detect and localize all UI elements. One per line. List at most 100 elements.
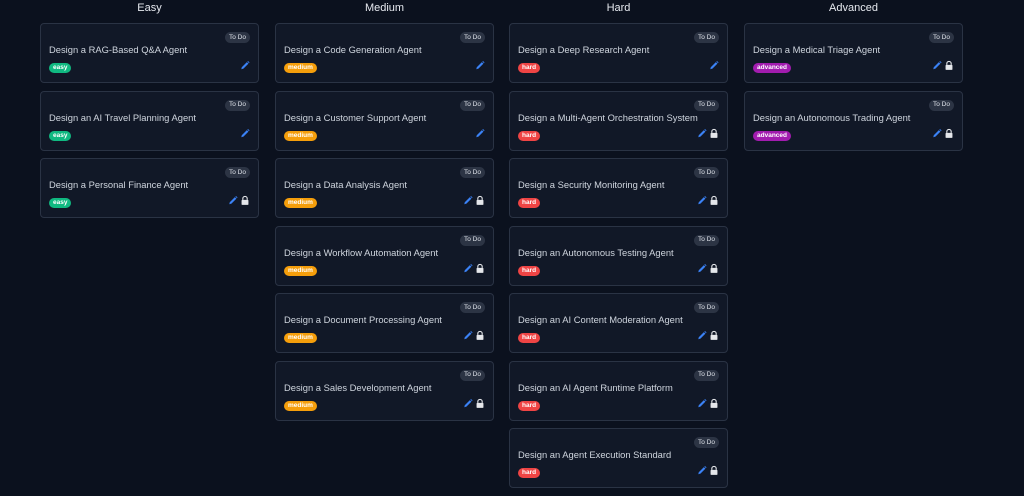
difficulty-badge: medium <box>284 63 317 73</box>
column-title: Medium <box>364 2 405 14</box>
pencil-icon[interactable] <box>709 60 719 71</box>
difficulty-badge: hard <box>518 333 541 343</box>
column-hard: Hard To Do Design a Deep Research Agent har… <box>509 0 728 496</box>
lock-icon <box>240 195 250 206</box>
task-card[interactable]: To Do Design an AI Content Moderation Age… <box>509 293 728 353</box>
pencil-icon[interactable] <box>697 128 707 139</box>
task-card[interactable]: To Do Design an Autonomous Testing Agent h… <box>509 225 728 286</box>
card-title: Design an AI Content Moderation Agent <box>518 314 683 325</box>
task-card[interactable]: To Do Design a Deep Research Agent hard <box>509 23 728 83</box>
lock-icon <box>709 128 719 139</box>
card-actions <box>475 128 485 139</box>
column-title: Hard <box>606 2 631 14</box>
card-title: Design a Code Generation Agent <box>284 44 422 55</box>
lock-icon <box>709 263 719 274</box>
task-card[interactable]: To Do Design a Code Generation Agent mediu… <box>275 23 494 83</box>
card-title: Design a Data Analysis Agent <box>284 179 407 190</box>
task-card[interactable]: To Do Design a RAG-Based Q&A Agent easy <box>40 23 259 83</box>
pencil-icon[interactable] <box>463 263 473 274</box>
pencil-icon[interactable] <box>228 195 238 206</box>
difficulty-badge: easy <box>49 63 72 73</box>
task-card[interactable]: To Do Design an AI Agent Runtime Platform… <box>509 360 728 421</box>
pencil-icon[interactable] <box>463 398 473 409</box>
status-badge: To Do <box>460 302 485 313</box>
difficulty-badge: hard <box>518 130 541 141</box>
pencil-icon[interactable] <box>475 128 485 139</box>
difficulty-badge: medium <box>284 400 317 411</box>
pencil-icon[interactable] <box>475 60 485 71</box>
lock-icon <box>475 263 485 274</box>
pencil-icon[interactable] <box>697 263 707 274</box>
task-card[interactable]: To Do Design an Autonomous Trading Agent a… <box>744 90 963 151</box>
pencil-icon[interactable] <box>932 128 942 139</box>
pencil-icon[interactable] <box>240 60 250 71</box>
card-title: Design a Multi-Agent Orchestration Syste… <box>518 111 698 123</box>
column-easy: Easy To Do Design a RAG-Based Q&A Agent eas… <box>40 0 259 226</box>
card-title: Design an Autonomous Trading Agent <box>753 111 911 123</box>
lock-icon <box>709 330 719 341</box>
status-badge: To Do <box>929 99 954 111</box>
card-actions <box>697 263 719 274</box>
status-badge: To Do <box>694 369 719 381</box>
pencil-icon[interactable] <box>463 330 473 341</box>
card-actions <box>709 60 719 71</box>
pencil-icon[interactable] <box>463 195 473 206</box>
card-title: Design an AI Agent Runtime Platform <box>518 381 673 393</box>
column-title: Advanced <box>829 2 878 14</box>
pencil-icon[interactable] <box>697 398 707 409</box>
difficulty-badge: hard <box>518 400 541 411</box>
lock-icon <box>475 398 485 409</box>
card-actions <box>240 128 250 139</box>
status-badge: To Do <box>460 369 485 381</box>
difficulty-badge: medium <box>284 130 317 141</box>
card-actions <box>697 465 719 476</box>
task-card[interactable]: To Do Design a Security Monitoring Agent h… <box>509 158 728 218</box>
difficulty-badge: hard <box>518 198 541 208</box>
card-title: Design a Document Processing Agent <box>284 314 442 325</box>
status-badge: To Do <box>460 99 485 111</box>
pencil-icon[interactable] <box>697 330 707 341</box>
card-actions <box>697 398 719 409</box>
status-badge: To Do <box>460 234 485 246</box>
task-card[interactable]: To Do Design an Agent Execution Standard h… <box>509 428 728 488</box>
card-actions <box>463 398 485 409</box>
task-card[interactable]: To Do Design a Multi-Agent Orchestration … <box>509 90 728 151</box>
task-card[interactable]: To Do Design a Data Analysis Agent medium <box>275 158 494 218</box>
status-badge: To Do <box>225 167 250 178</box>
card-title: Design an AI Travel Planning Agent <box>49 111 196 123</box>
lock-icon <box>709 465 719 476</box>
card-title: Design a Sales Development Agent <box>284 381 432 393</box>
pencil-icon[interactable] <box>697 465 707 476</box>
task-card[interactable]: To Do Design a Personal Finance Agent easy <box>40 158 259 218</box>
card-title: Design a Deep Research Agent <box>518 44 650 55</box>
difficulty-badge: hard <box>518 468 541 478</box>
status-badge: To Do <box>225 99 250 111</box>
task-card[interactable]: To Do Design an AI Travel Planning Agent e… <box>40 90 259 151</box>
card-title: Design a Customer Support Agent <box>284 111 427 123</box>
card-title: Design an Autonomous Testing Agent <box>518 246 674 258</box>
task-card[interactable]: To Do Design a Document Processing Agent m… <box>275 293 494 353</box>
pencil-icon[interactable] <box>932 60 942 71</box>
card-actions <box>240 60 250 71</box>
difficulty-badge: easy <box>49 198 72 208</box>
status-badge: To Do <box>694 167 719 178</box>
status-badge: To Do <box>694 99 719 111</box>
pencil-icon[interactable] <box>240 128 250 139</box>
card-actions <box>697 195 719 206</box>
pencil-icon[interactable] <box>697 195 707 206</box>
task-card[interactable]: To Do Design a Workflow Automation Agent m… <box>275 225 494 286</box>
card-actions <box>932 128 954 139</box>
status-badge: To Do <box>460 32 485 43</box>
lock-icon <box>944 128 954 139</box>
card-actions <box>228 195 250 206</box>
card-actions <box>463 330 485 341</box>
card-title: Design a RAG-Based Q&A Agent <box>49 44 188 55</box>
task-card[interactable]: To Do Design a Sales Development Agent med… <box>275 360 494 421</box>
card-title: Design a Security Monitoring Agent <box>518 179 665 190</box>
task-card[interactable]: To Do Design a Medical Triage Agent advanc… <box>744 23 963 83</box>
column-medium: Medium To Do Design a Code Generation Agen… <box>275 0 494 428</box>
lock-icon <box>475 330 485 341</box>
task-card[interactable]: To Do Design a Customer Support Agent medi… <box>275 90 494 151</box>
card-actions <box>463 263 485 274</box>
difficulty-badge: advanced <box>753 130 791 141</box>
